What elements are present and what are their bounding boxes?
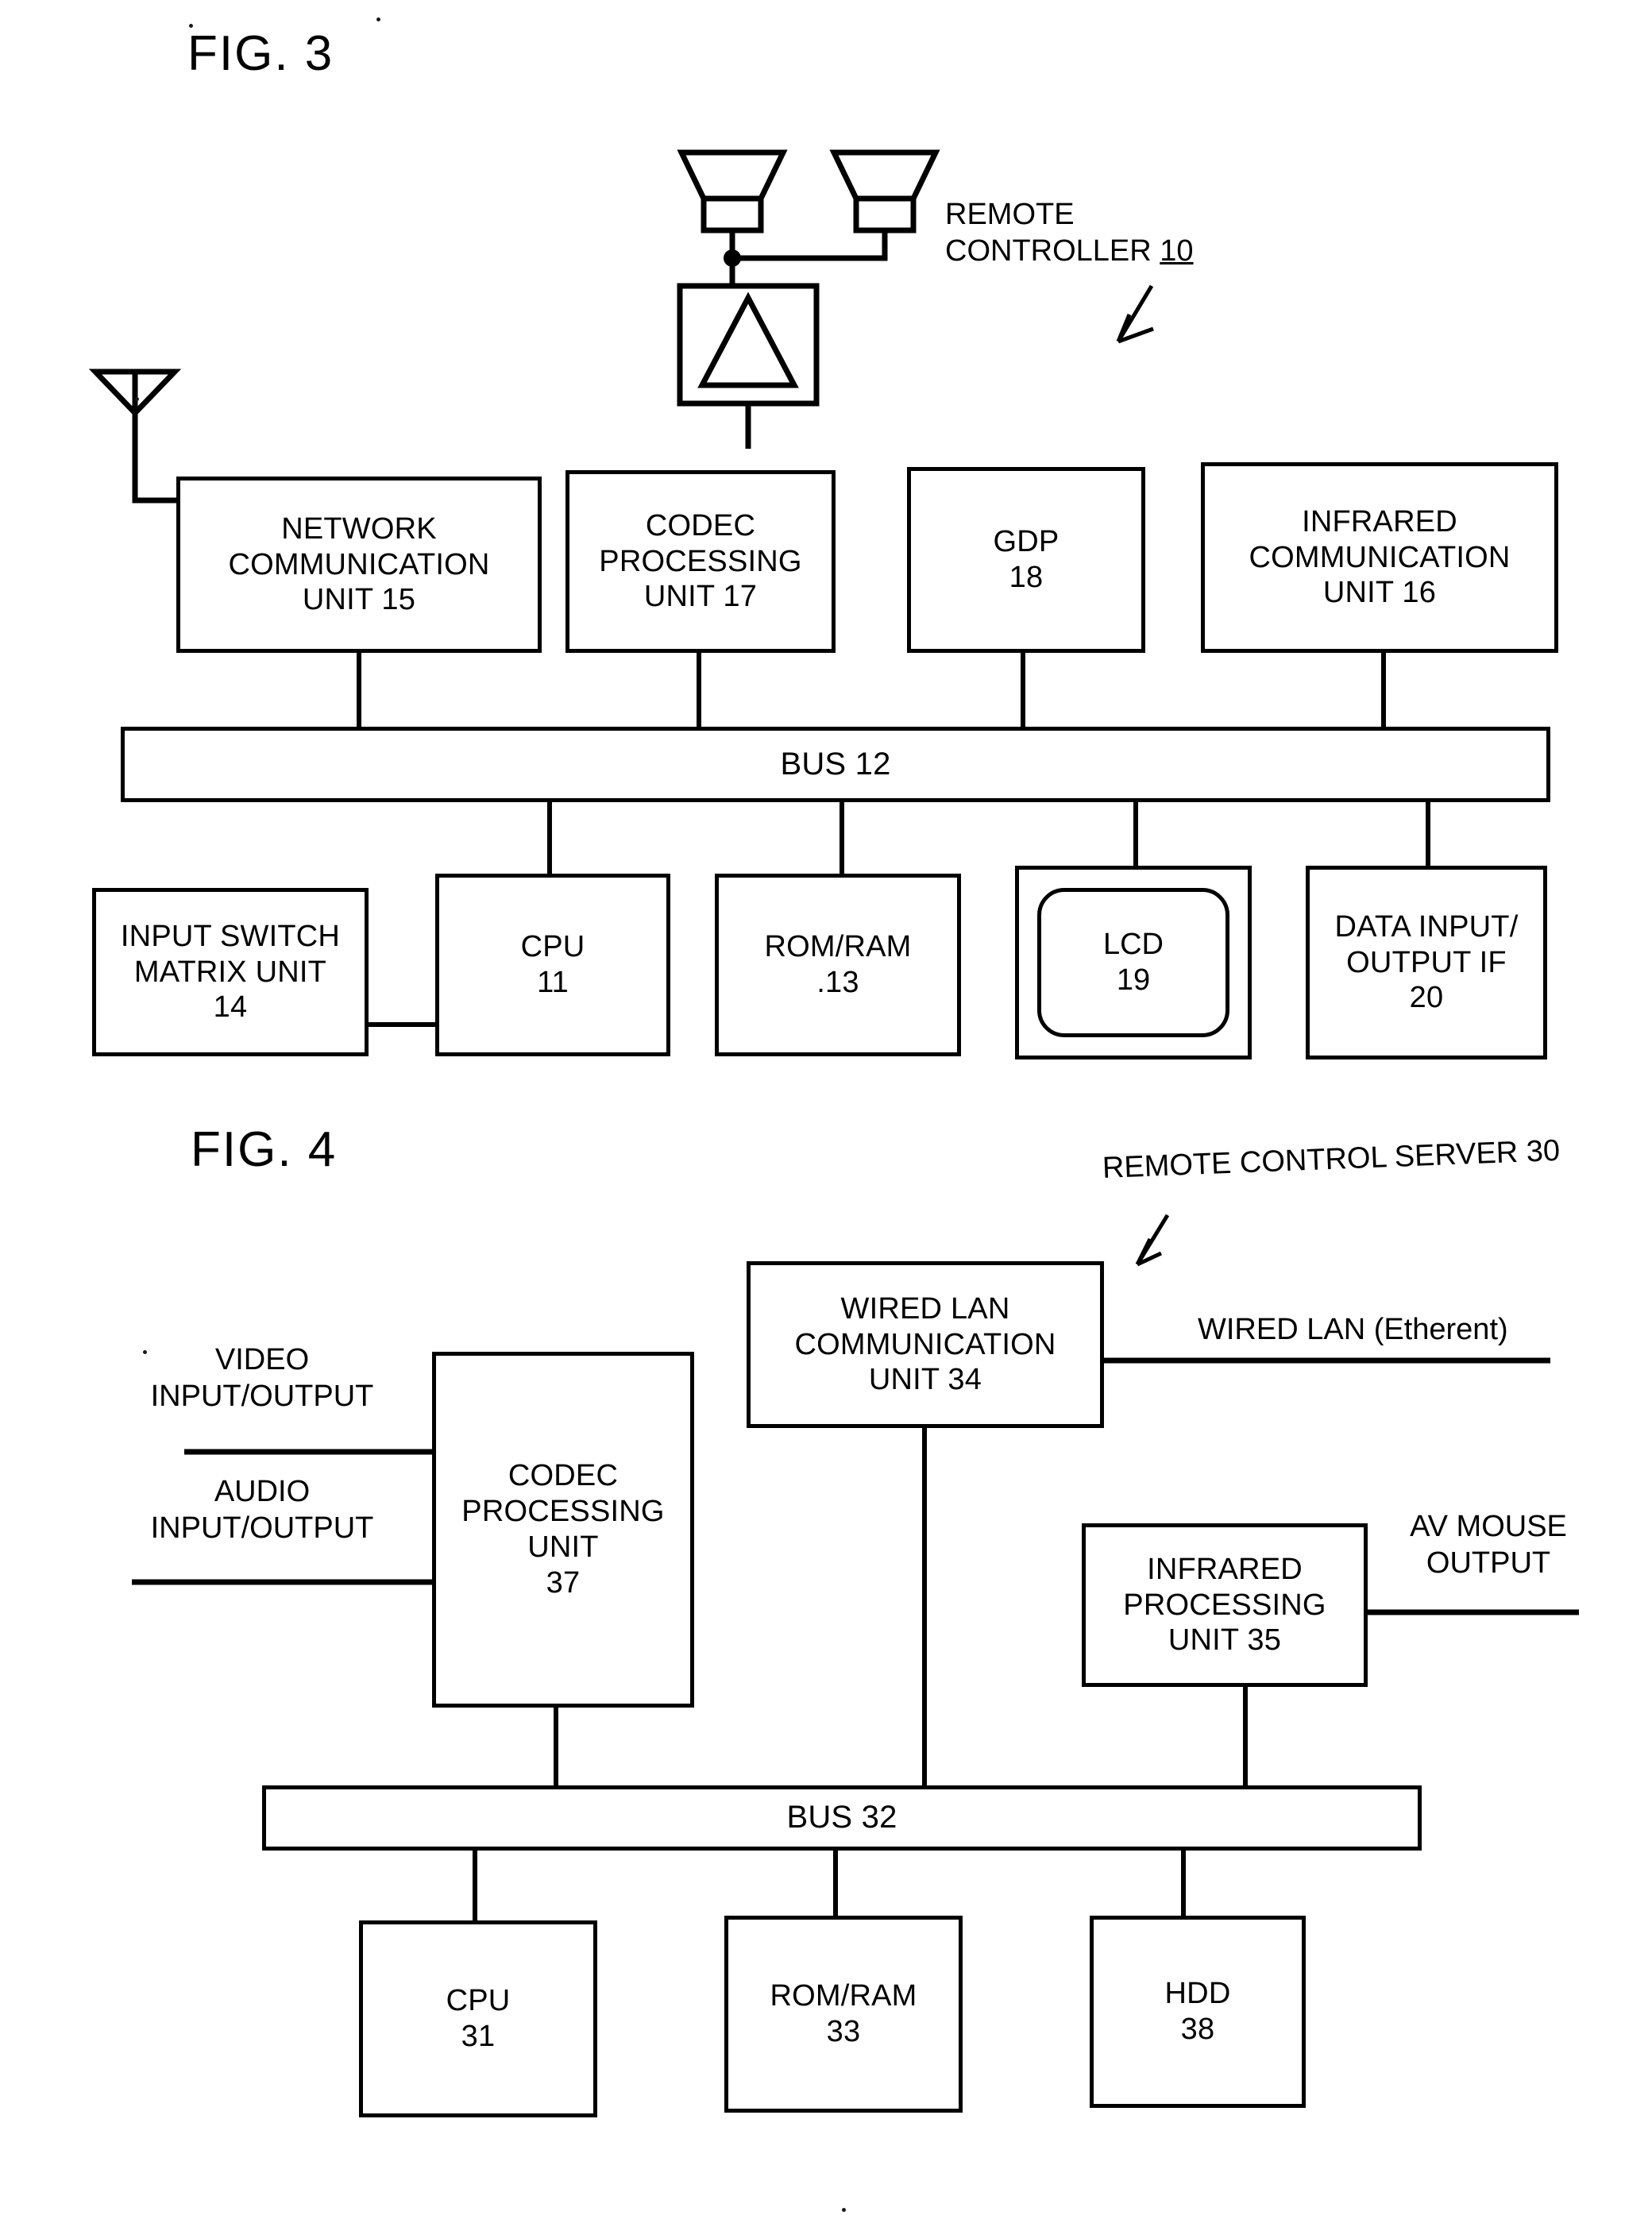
wired-lan-communication-unit-34[interactable]: WIRED LAN COMMUNICATION UNIT 34 (747, 1261, 1104, 1428)
av-mouse-output-label: AV MOUSE OUTPUT (1410, 1510, 1567, 1580)
cpu-unit-31[interactable]: CPU 31 (359, 1920, 597, 2117)
network-communication-unit-label: NETWORK COMMUNICATION UNIT 15 (228, 511, 490, 617)
patent-figure-sheet: FIG. 3 REMOTE CONTROLLER 10 NETWORK COMM… (0, 0, 1652, 2227)
hdd-unit-38[interactable]: HDD 38 (1090, 1916, 1306, 2108)
scan-speck (842, 2208, 846, 2212)
rom-ram-unit-13-label: ROM/RAM .13 (764, 930, 912, 999)
cpu-unit-31-label: CPU 31 (446, 1984, 511, 2053)
network-communication-unit[interactable]: NETWORK COMMUNICATION UNIT 15 (176, 477, 542, 653)
gdp-unit-label: GDP 18 (993, 525, 1060, 594)
rom-ram-unit-33-label: ROM/RAM 33 (770, 1979, 917, 2048)
input-switch-matrix-unit-label: INPUT SWITCH MATRIX UNIT 14 (120, 919, 341, 1025)
connector-lines-layer (88, 149, 1579, 1920)
gdp-unit[interactable]: GDP 18 (907, 467, 1145, 653)
rom-ram-unit-33[interactable]: ROM/RAM 33 (724, 1916, 963, 2113)
figure-3-title: FIG. 3 (187, 26, 334, 81)
scan-speck (143, 1350, 147, 1354)
input-switch-matrix-unit[interactable]: INPUT SWITCH MATRIX UNIT 14 (92, 888, 369, 1056)
remote-controller-callout: REMOTE CONTROLLER 10 (945, 197, 1279, 269)
infrared-processing-unit-35[interactable]: INFRARED PROCESSING UNIT 35 (1082, 1523, 1368, 1687)
remote-controller-callout-text: REMOTE CONTROLLER (945, 198, 1152, 268)
scan-speck (189, 24, 193, 28)
data-input-output-if-unit-20-label: DATA INPUT/ OUTPUT IF 20 (1334, 909, 1519, 1015)
codec-processing-unit-37-label: CODEC PROCESSING UNIT 37 (461, 1459, 665, 1600)
codec-processing-unit[interactable]: CODEC PROCESSING UNIT 17 (565, 470, 836, 653)
codec-processing-unit-37[interactable]: CODEC PROCESSING UNIT 37 (432, 1352, 694, 1708)
cpu-unit-11[interactable]: CPU 11 (435, 874, 670, 1056)
figure-4-title: FIG. 4 (191, 1122, 338, 1177)
wired-lan-communication-unit-34-label: WIRED LAN COMMUNICATION UNIT 34 (794, 1291, 1056, 1397)
lcd-unit-19-label: LCD 19 (1102, 928, 1164, 997)
rom-ram-unit-13[interactable]: ROM/RAM .13 (715, 874, 961, 1056)
remote-control-server-callout: REMOTE CONTROL SERVER 30 (1102, 1133, 1561, 1185)
remote-controller-ref-number: 10 (1160, 234, 1194, 268)
video-input-output-label: VIDEO INPUT/OUTPUT (150, 1343, 374, 1413)
scan-speck (376, 17, 380, 21)
wired-lan-ethernet-label: WIRED LAN (Etherent) (1198, 1313, 1508, 1346)
lcd-screen-inner: LCD 19 (1037, 888, 1229, 1037)
wire-junction-dot (724, 249, 741, 267)
scan-speck (135, 397, 139, 401)
hdd-unit-38-label: HDD 38 (1164, 1977, 1231, 2046)
bus-12[interactable]: BUS 12 (121, 727, 1550, 802)
audio-input-output-label: AUDIO INPUT/OUTPUT (150, 1475, 374, 1545)
cpu-unit-11-label: CPU 11 (520, 930, 585, 999)
infrared-processing-unit-35-label: INFRARED PROCESSING UNIT 35 (1123, 1552, 1326, 1658)
codec-processing-unit-label: CODEC PROCESSING UNIT 17 (599, 508, 802, 614)
infrared-communication-unit[interactable]: INFRARED COMMUNICATION UNIT 16 (1201, 462, 1558, 653)
bus-12-label: BUS 12 (780, 746, 891, 782)
infrared-communication-unit-label: INFRARED COMMUNICATION UNIT 16 (1249, 504, 1511, 610)
bus-32[interactable]: BUS 32 (262, 1785, 1422, 1851)
bus-32-label: BUS 32 (786, 1800, 897, 1835)
data-input-output-if-unit-20[interactable]: DATA INPUT/ OUTPUT IF 20 (1306, 866, 1547, 1059)
